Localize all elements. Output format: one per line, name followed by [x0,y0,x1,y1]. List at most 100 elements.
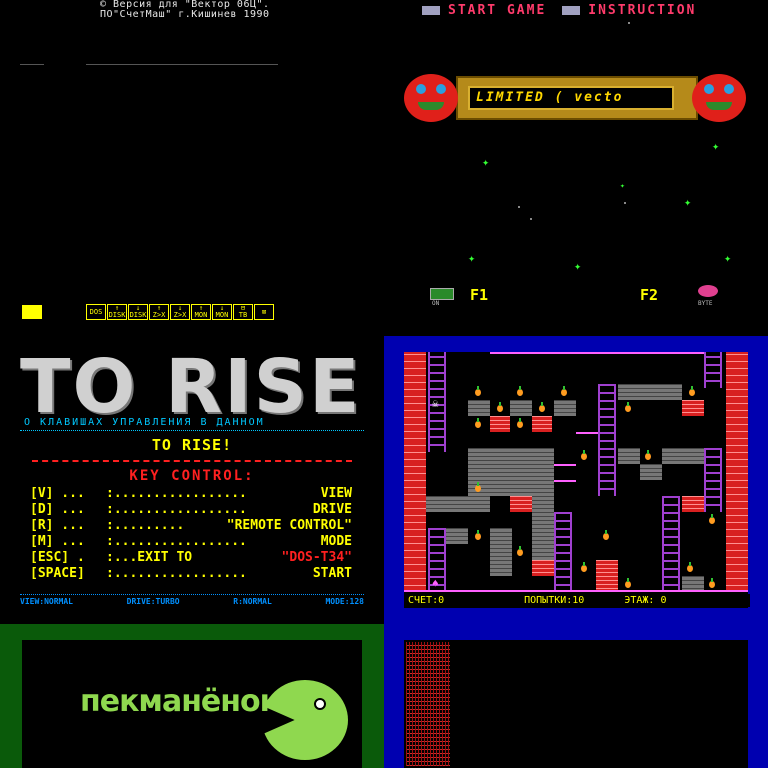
stone-block [662,448,704,464]
enemy-icon: ☠ [432,397,439,410]
logo-subtitle: О КЛАВИШАХ УПРАВЛЕНИЯ В ДАННОМ [24,417,265,428]
ladder [662,496,680,592]
screen-frame: пекманёнок [22,640,362,768]
fkey-disk-up[interactable]: ↑ DISK [107,304,127,320]
brick-block [490,416,510,432]
title-banner: LIMITED ( vecto [456,76,698,120]
fkey-bottom: MON [215,311,229,319]
brick-wall-left [404,352,426,592]
fkey-bottom: MON [194,311,208,319]
key-control-heading: KEY CONTROL: [129,468,255,484]
star-icon: ✦ [482,155,490,169]
fkey-dos[interactable]: DOS [86,304,106,320]
f2-button[interactable]: F2 [640,286,658,304]
brick-wall-right [726,352,748,592]
key-name: [V] ... [30,486,85,501]
fkey-zx-up[interactable]: ↑ Z>X [149,304,169,320]
start-game-item[interactable]: START GAME [448,3,546,18]
stone-block [554,400,576,416]
pineapple-icon [516,546,524,556]
fkey-exit[interactable]: ⊠ [254,304,274,320]
divider [20,430,364,432]
pineapple-icon [602,530,610,540]
function-key-bar: DOS ↑ DISK ↓ DISK ↑ Z>X ↓ Z>X ↑ MON ↓ MON ⊟ TB … [86,304,274,320]
pineapple-icon [580,562,588,572]
brick-block [532,416,552,432]
pineapple-icon [580,450,588,460]
status-r: R:NORMAL [233,597,272,606]
eye-icon [314,698,326,710]
star-icon: ✦ [712,139,720,153]
stone-block [446,528,468,544]
key-name: [R] ... [30,518,85,533]
page-title: TO RISE! [151,436,233,454]
game-title: пекманёнок [80,684,280,719]
key-row[interactable]: [R] ...:......... "REMOTE CONTROL" [30,518,352,534]
pineapple-icon [708,578,716,588]
ladder [704,352,722,388]
pineapple-icon [474,418,482,428]
key-action: DRIVE [312,502,352,517]
pekmanenok-screen: пекманёнок [0,624,384,768]
key-list: [V] ...:................. VIEW [D] ...:..… [30,486,352,582]
fkey-disk-down[interactable]: ↓ DISK [128,304,148,320]
game-logo: TO RISE [20,344,362,430]
fkey-tb[interactable]: ⊟ TB [233,304,253,320]
pineapple-icon [538,402,546,412]
fkey-top: DOS [89,307,103,316]
key-action: "DOS-T34" [281,550,352,565]
key-row[interactable]: [ESC] .:...EXIT TO "DOS-T34" [30,550,352,566]
status-bar: VIEW:NORMAL DRIVE:TURBO R:NORMAL MODE:12… [20,594,364,606]
divider [20,64,44,65]
instruction-item[interactable]: INSTRUCTION [588,3,696,18]
platform [554,464,576,466]
status-drive: DRIVE:TURBO [126,597,180,606]
platform [554,480,576,482]
pineapple-icon [474,386,482,396]
credits-text: © Версия для "Вектор 06Ц". ПО"СчетМаш" г… [100,0,270,20]
fkey-bottom: TB [238,311,248,319]
star-icon: ✦ [684,195,692,209]
f1-button[interactable]: F1 [470,286,488,304]
fkey-bottom: Z>X [152,311,166,319]
to-rise-screen: TO RISE О КЛАВИШАХ УПРАВЛЕНИЯ В ДАННОМ T… [0,336,384,624]
screen-frame [404,640,748,768]
fkey-mon-down[interactable]: ↓ MON [212,304,232,320]
credits-screen: © Версия для "Вектор 06Ц". ПО"СчетМаш" г… [0,0,384,336]
ladder [598,384,616,496]
stone-block [510,400,532,416]
key-name: [ESC] . [30,550,85,565]
key-icon [562,6,581,15]
key-action: MODE [320,534,352,549]
ladder [554,512,572,592]
pineapple-icon [496,402,504,412]
main-menu: START GAME INSTRUCTION [422,3,696,18]
player-icon: ♠ [432,577,439,590]
brick-block [682,496,704,512]
key-row[interactable]: [V] ...:................. VIEW [30,486,352,502]
star-dot [624,202,626,204]
key-row[interactable]: [SPACE]:................. START [30,566,352,582]
star-dot [518,206,520,208]
star-dot [530,218,532,220]
platform [576,432,598,434]
fkey-mon-up[interactable]: ↑ MON [191,304,211,320]
pineapple-icon [624,578,632,588]
player2-sublabel: BYTE [698,300,713,307]
brick-block [510,496,532,512]
fkey-zx-down[interactable]: ↓ Z>X [170,304,190,320]
player2-icon [698,285,718,297]
pineapple-icon [474,530,482,540]
key-row[interactable]: [D] ...:................. DRIVE [30,502,352,518]
stone-block [618,384,682,400]
star-icon: ✦ [574,259,582,273]
key-action: "REMOTE CONTROL" [226,518,352,533]
scrolling-text: LIMITED ( vecto [468,86,674,110]
tries-label: ПОПЫТКИ:10 [524,595,585,606]
key-row[interactable]: [M] ...:................. MODE [30,534,352,550]
key-dots: :................. [106,534,247,549]
key-dots: :................. [106,486,247,501]
pineapple-icon [708,514,716,524]
stone-block [618,448,640,464]
star-icon: ✦ [468,251,476,265]
